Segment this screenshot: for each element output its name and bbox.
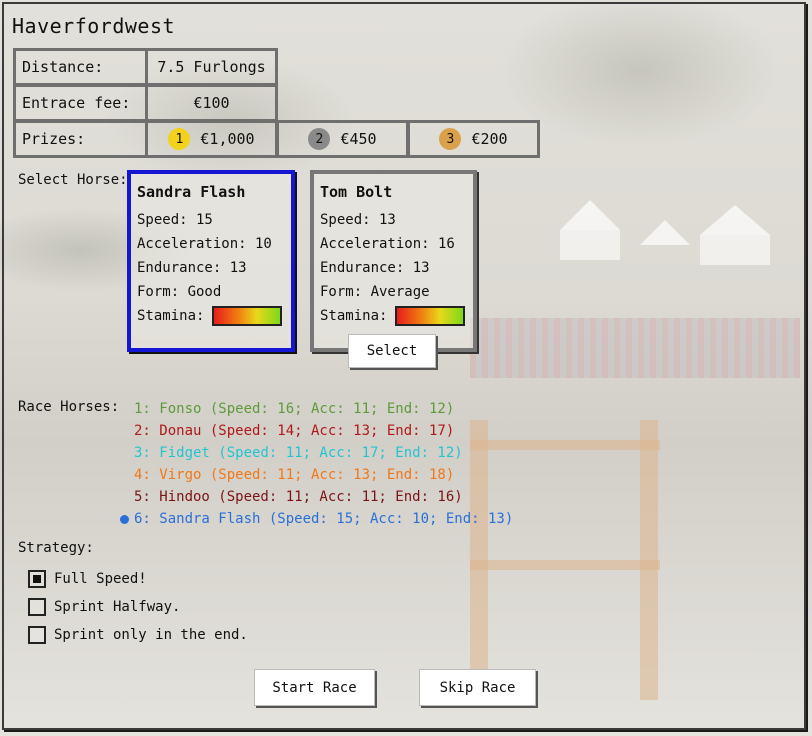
strategy-option-label: Full Speed!	[54, 571, 147, 587]
checkbox-unchecked-icon[interactable]	[28, 598, 46, 616]
prize-third-cell: 3 €200	[407, 120, 540, 158]
fee-label: Entrace fee:	[22, 94, 131, 112]
checkbox-checked-icon[interactable]	[28, 570, 46, 588]
prize-third-amount: €200	[471, 130, 508, 148]
strategy-option-sprint-end[interactable]: Sprint only in the end.	[28, 626, 248, 644]
horse-card-tom-bolt[interactable]: Tom Bolt Speed: 13 Acceleration: 16 Endu…	[310, 170, 477, 352]
fee-label-cell: Entrace fee:	[13, 84, 148, 122]
prize-second-cell: 2 €450	[276, 120, 409, 158]
start-race-button[interactable]: Start Race	[254, 669, 375, 706]
strategy-label: Strategy:	[18, 540, 94, 556]
horse-name: Tom Bolt	[320, 183, 393, 201]
skip-race-button[interactable]: Skip Race	[419, 669, 536, 706]
race-horse-entry: 1: Fonso (Speed: 16; Acc: 11; End: 12)	[134, 401, 455, 417]
horse-acceleration: Acceleration: 10	[137, 236, 272, 252]
strategy-option-full-speed[interactable]: Full Speed!	[28, 570, 147, 588]
distance-label-cell: Distance:	[13, 48, 148, 86]
stamina-row: Stamina:	[320, 304, 473, 328]
stamina-label: Stamina:	[137, 308, 205, 324]
stamina-label: Stamina:	[320, 308, 388, 324]
bronze-medal-icon: 3	[439, 128, 462, 150]
race-horse-entry-player: 6: Sandra Flash (Speed: 15; Acc: 10; End…	[120, 508, 514, 530]
race-title: Haverfordwest	[12, 14, 176, 38]
gold-medal-icon: 1	[168, 128, 191, 150]
horse-endurance: Endurance: 13	[137, 260, 247, 276]
race-horses-label: Race Horses:	[18, 399, 120, 415]
distance-label: Distance:	[22, 58, 104, 76]
strategy-option-label: Sprint only in the end.	[54, 627, 248, 643]
prize-first-amount: €1,000	[200, 130, 255, 148]
race-horse-entry-text: 6: Sandra Flash (Speed: 15; Acc: 10; End…	[134, 511, 514, 527]
horse-form: Form: Average	[320, 284, 430, 300]
fee-value-cell: €100	[145, 84, 278, 122]
horse-acceleration: Acceleration: 16	[320, 236, 455, 252]
horse-speed: Speed: 13	[320, 212, 396, 228]
horse-endurance: Endurance: 13	[320, 260, 430, 276]
checkbox-unchecked-icon[interactable]	[28, 626, 46, 644]
strategy-option-sprint-halfway[interactable]: Sprint Halfway.	[28, 598, 180, 616]
strategy-option-label: Sprint Halfway.	[54, 599, 181, 615]
distance-value: 7.5 Furlongs	[157, 58, 266, 76]
prizes-label: Prizes:	[22, 130, 86, 148]
horse-card-sandra-flash[interactable]: Sandra Flash Speed: 15 Acceleration: 10 …	[127, 170, 295, 352]
race-horse-entry: 3: Fidget (Speed: 11; Acc: 17; End: 12)	[134, 445, 463, 461]
horse-form: Form: Good	[137, 284, 222, 300]
player-horse-bullet-icon	[120, 515, 129, 524]
select-horse-label: Select Horse:	[18, 172, 128, 188]
distance-value-cell: 7.5 Furlongs	[145, 48, 278, 86]
silver-medal-icon: 2	[308, 128, 331, 150]
race-horses-list: 1: Fonso (Speed: 16; Acc: 11; End: 12) 2…	[120, 398, 514, 530]
race-horse-entry: 5: Hindoo (Speed: 11; Acc: 11; End: 16)	[134, 489, 463, 505]
prizes-label-cell: Prizes:	[13, 120, 148, 158]
stamina-bar	[212, 306, 283, 326]
race-horse-entry: 4: Virgo (Speed: 11; Acc: 13; End: 18)	[134, 467, 455, 483]
stamina-bar	[395, 306, 466, 326]
prize-second-amount: €450	[340, 130, 377, 148]
horse-name: Sandra Flash	[137, 183, 246, 201]
race-horse-entry: 2: Donau (Speed: 14; Acc: 13; End: 17)	[134, 423, 455, 439]
select-horse-button[interactable]: Select	[348, 334, 436, 368]
stamina-row: Stamina:	[137, 304, 291, 328]
prize-first-cell: 1 €1,000	[145, 120, 278, 158]
horse-speed: Speed: 15	[137, 212, 213, 228]
fee-value: €100	[193, 94, 230, 112]
